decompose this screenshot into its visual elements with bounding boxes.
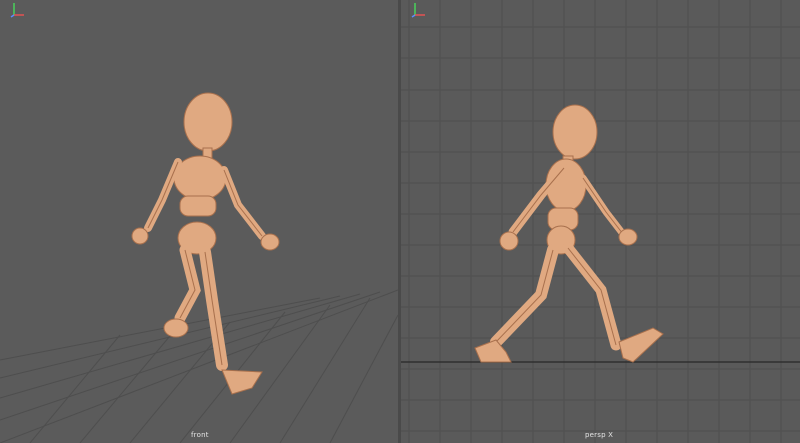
- viewport-panel: front persp X: [0, 0, 800, 443]
- axis-gizmo-icon: [10, 3, 24, 18]
- camera-label: front: [191, 431, 209, 439]
- camera-label: persp X: [585, 431, 614, 439]
- viewport-front[interactable]: front: [0, 0, 398, 443]
- front-scene: [0, 92, 398, 443]
- ground-grid: [0, 289, 398, 443]
- viewport-persp[interactable]: persp X: [401, 0, 800, 443]
- ortho-grid: [401, 0, 800, 443]
- character-side: [474, 104, 664, 363]
- character-front: [131, 92, 280, 395]
- persp-scene: [401, 0, 800, 443]
- axis-gizmo-icon: [411, 3, 425, 18]
